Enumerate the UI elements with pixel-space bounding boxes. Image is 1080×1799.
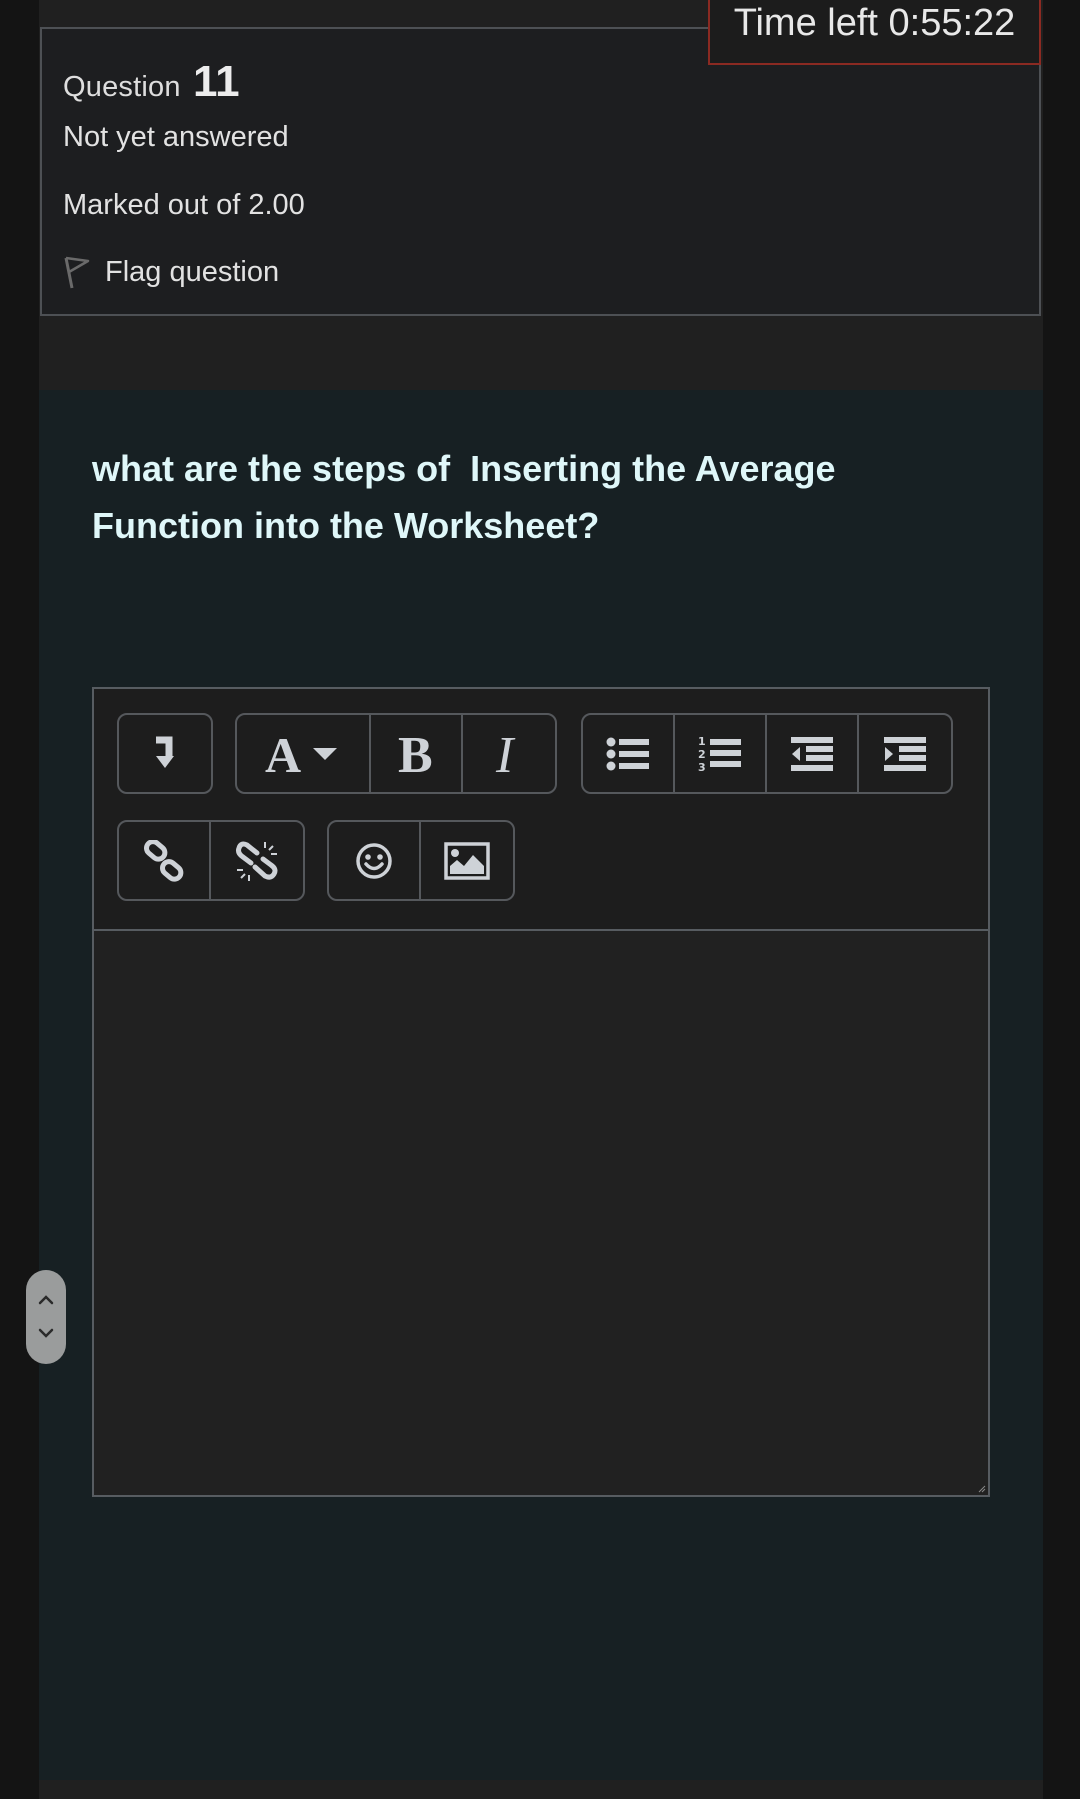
question-prefix: Question [63, 71, 181, 103]
toolbar-group-show-more [117, 713, 213, 794]
question-info-card: Question 11 Not yet answered Marked out … [40, 27, 1041, 316]
toolbar-group-style: A B I [235, 713, 557, 794]
paragraph-styles-button[interactable]: A [237, 715, 371, 792]
question-state: Not yet answered [63, 121, 289, 153]
chevron-down-icon[interactable] [36, 1326, 56, 1340]
emoticon-button[interactable] [329, 822, 421, 899]
svg-text:I: I [495, 730, 516, 778]
indent-icon [884, 736, 926, 771]
question-marks: Marked out of 2.00 [63, 189, 305, 221]
bold-button[interactable]: B [371, 715, 463, 792]
toolbar-group-insert [327, 820, 515, 901]
svg-text:A: A [265, 732, 301, 776]
flag-icon [64, 256, 90, 289]
svg-text:1: 1 [698, 735, 706, 748]
svg-text:B: B [398, 730, 433, 778]
numbered-list-icon: 1 2 3 [698, 735, 741, 774]
italic-icon: I [495, 730, 516, 778]
answer-editor: A B I 1 2 3 [92, 687, 990, 1497]
question-content-panel: what are the steps of Inserting the Aver… [39, 390, 1043, 1780]
unlink-icon [236, 841, 278, 881]
question-number-label: Question 11 [63, 57, 240, 107]
indent-button[interactable] [859, 715, 951, 792]
question-number: 11 [192, 57, 240, 106]
outdent-icon [791, 736, 833, 771]
resize-handle-icon[interactable] [978, 1485, 986, 1493]
flag-question-label: Flag question [105, 255, 280, 288]
flag-question-button[interactable]: Flag question [63, 255, 279, 289]
time-left-indicator: Time left 0:55:22 [708, 0, 1041, 65]
link-icon [143, 839, 184, 882]
image-icon [444, 841, 490, 880]
font-dropdown-icon: A [265, 732, 337, 776]
italic-button[interactable]: I [463, 715, 555, 792]
editor-toolbar: A B I 1 2 3 [94, 689, 988, 931]
toolbar-group-list: 1 2 3 [581, 713, 953, 794]
page-scroll-control[interactable] [26, 1270, 66, 1364]
ordered-list-button[interactable]: 1 2 3 [675, 715, 767, 792]
insert-image-button[interactable] [421, 822, 513, 899]
chevron-up-icon[interactable] [36, 1293, 56, 1307]
bullet-list-icon [606, 737, 649, 770]
unordered-list-button[interactable] [583, 715, 675, 792]
question-text: what are the steps of Inserting the Aver… [92, 448, 836, 546]
smiley-icon [356, 842, 392, 879]
time-left-text: Time left 0:55:22 [733, 2, 1016, 44]
outdent-button[interactable] [767, 715, 859, 792]
unlink-button[interactable] [211, 822, 303, 899]
arrow-down-icon [156, 736, 174, 768]
svg-text:3: 3 [698, 761, 706, 774]
link-button[interactable] [119, 822, 211, 899]
show-more-buttons[interactable] [119, 715, 211, 792]
answer-text-area[interactable] [94, 931, 988, 1495]
svg-text:2: 2 [698, 748, 706, 761]
toolbar-group-links [117, 820, 305, 901]
bold-icon: B [398, 730, 433, 778]
